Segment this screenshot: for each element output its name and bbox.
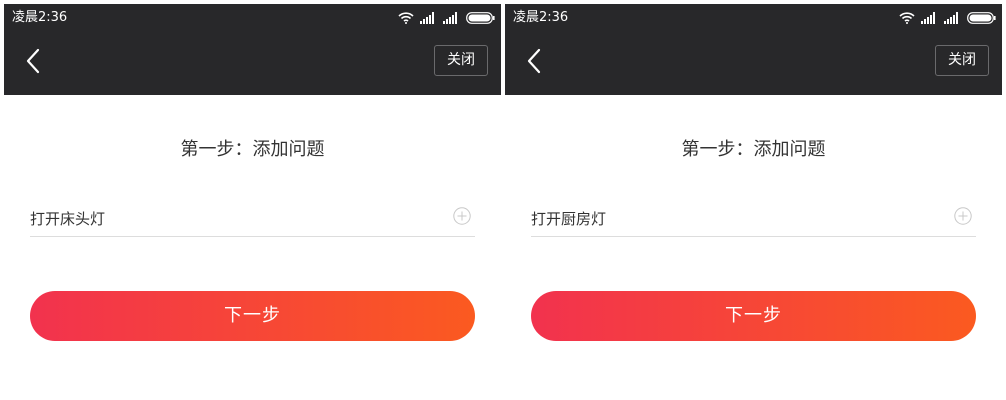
top-bar: 凌晨2:36 关闭 — [4, 4, 501, 95]
question-input[interactable] — [30, 206, 430, 230]
back-button[interactable] — [20, 46, 46, 76]
next-step-button[interactable]: 下一步 — [531, 291, 976, 341]
chevron-left-icon — [527, 48, 541, 74]
close-button[interactable]: 关闭 — [434, 45, 488, 76]
step-title: 第一步：添加问题 — [681, 139, 826, 160]
signal-icon — [443, 12, 457, 24]
next-step-button[interactable]: 下一步 — [30, 291, 475, 341]
status-icons — [398, 10, 495, 24]
question-row — [30, 197, 475, 237]
wifi-icon — [899, 12, 915, 24]
battery-icon — [466, 12, 495, 24]
chevron-left-icon — [26, 48, 40, 74]
plus-circle-icon[interactable] — [954, 207, 972, 225]
wifi-icon — [398, 12, 414, 24]
battery-icon — [967, 12, 996, 24]
phone-screen-2: 凌晨2:36 关闭 第一步：添加问题 打开厨房灯 下一步 — [505, 0, 1002, 400]
status-icons — [899, 10, 996, 24]
question-input[interactable] — [531, 206, 931, 230]
top-bar: 凌晨2:36 关闭 — [505, 4, 1002, 95]
signal-icon — [944, 12, 958, 24]
question-row — [531, 197, 976, 237]
back-button[interactable] — [521, 46, 547, 76]
close-button[interactable]: 关闭 — [935, 45, 989, 76]
canvas: 凌晨2:36 关闭 第一步：添加问题 打开床头灯 下一步 凌晨2:36 关闭 第… — [0, 0, 1006, 400]
signal-icon — [420, 12, 434, 24]
status-time: 凌晨2:36 — [12, 10, 68, 25]
plus-circle-icon[interactable] — [453, 207, 471, 225]
phone-screen-1: 凌晨2:36 关闭 第一步：添加问题 打开床头灯 下一步 — [4, 0, 501, 400]
signal-icon — [921, 12, 935, 24]
step-title: 第一步：添加问题 — [180, 139, 325, 160]
status-time: 凌晨2:36 — [513, 10, 569, 25]
